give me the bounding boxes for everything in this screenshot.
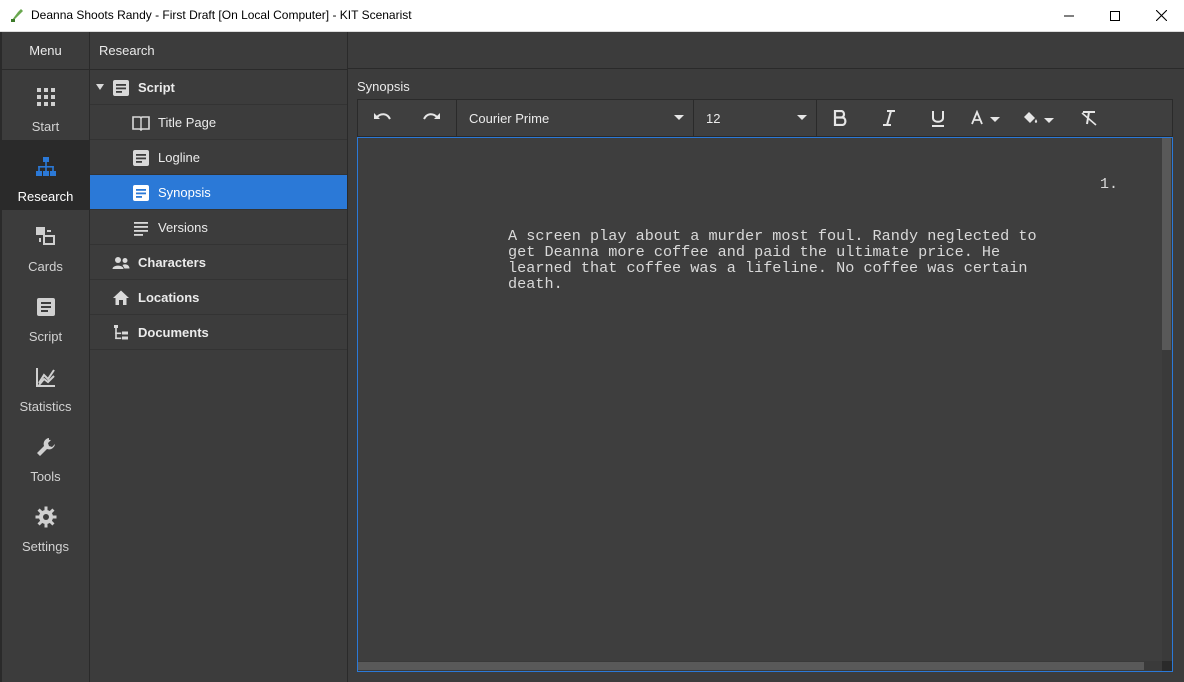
vertical-scrollbar[interactable]: [1162, 138, 1172, 661]
menu-button[interactable]: Menu: [2, 32, 89, 70]
horizontal-scrollbar[interactable]: [358, 661, 1162, 671]
nav-item-cards[interactable]: Cards: [2, 210, 89, 280]
nav-label-research: Research: [17, 189, 74, 204]
bold-button[interactable]: [820, 100, 860, 136]
cards-icon: [35, 227, 55, 245]
section-title: Synopsis: [357, 79, 410, 94]
italic-icon: [883, 110, 895, 126]
home-icon: [113, 290, 129, 305]
app-logo-icon: [11, 9, 23, 22]
redo-icon: [423, 113, 440, 120]
document-icon: [113, 80, 129, 96]
main-content: Synopsis Courier Prime 12 1. A screen pl…: [348, 70, 1184, 682]
background-color-button[interactable]: [1014, 100, 1066, 136]
tree-label-synopsis: Synopsis: [158, 185, 211, 200]
chevron-down-icon: [797, 115, 807, 120]
minimize-icon: [1064, 15, 1074, 16]
underline-icon: [932, 110, 944, 127]
title-bar: Deanna Shoots Randy - First Draft [On Lo…: [0, 0, 1184, 32]
tree-label-locations: Locations: [138, 290, 200, 305]
tree-item-title-page[interactable]: Title Page: [90, 105, 347, 140]
people-icon: [112, 257, 130, 269]
tree-item-script[interactable]: Script: [90, 70, 347, 105]
tree-item-locations[interactable]: Locations: [90, 280, 347, 315]
undo-icon: [374, 113, 391, 120]
hierarchy-icon: [114, 325, 128, 340]
font-size-value: 12: [706, 111, 721, 126]
clear-formatting-icon: [1081, 111, 1097, 126]
book-icon: [132, 116, 150, 132]
text-color-icon: [971, 110, 1000, 125]
paint-bucket-icon: [1024, 112, 1054, 123]
font-family-value: Courier Prime: [469, 111, 550, 126]
maximize-icon: [1110, 10, 1120, 21]
window-title: Deanna Shoots Randy - First Draft [On Lo…: [31, 8, 412, 22]
tree-label-versions: Versions: [158, 220, 208, 235]
nav-item-start[interactable]: Start: [2, 70, 89, 140]
tree-item-characters[interactable]: Characters: [90, 245, 347, 280]
font-size-select[interactable]: 12: [694, 100, 815, 136]
tree-item-logline[interactable]: Logline: [90, 140, 347, 175]
lines-icon: [134, 222, 148, 236]
toolbar-separator: [816, 100, 817, 136]
underline-button[interactable]: [918, 100, 958, 136]
nav-item-research[interactable]: Research: [2, 140, 89, 210]
horizontal-scrollbar-thumb[interactable]: [358, 662, 1144, 670]
vertical-scrollbar-thumb[interactable]: [1162, 138, 1171, 350]
tree-item-versions[interactable]: Versions: [90, 210, 347, 245]
nav-label-settings: Settings: [22, 539, 69, 554]
minimize-button[interactable]: [1046, 0, 1092, 31]
clear-formatting-button[interactable]: [1069, 100, 1109, 136]
scrollbar-corner: [1162, 661, 1172, 671]
close-button[interactable]: [1138, 0, 1184, 31]
chevron-down-icon: [674, 115, 684, 120]
grid-icon: [36, 88, 55, 106]
main-header-strip: [348, 32, 1184, 69]
text-color-button[interactable]: [964, 100, 1012, 136]
document-icon: [36, 298, 55, 316]
tree-label-script: Script: [138, 80, 175, 95]
page-number: 1.: [1099, 176, 1118, 193]
bold-icon: [833, 110, 847, 126]
main-navigation: Menu Start Research Cards Script Statist…: [0, 32, 90, 682]
tree-label-title-page: Title Page: [158, 115, 217, 130]
tree-label-characters: Characters: [138, 255, 206, 270]
formatting-toolbar: Courier Prime 12: [357, 99, 1173, 137]
document-icon: [133, 150, 149, 166]
document-icon: [133, 185, 149, 201]
nav-item-script[interactable]: Script: [2, 280, 89, 350]
nav-label-script: Script: [28, 329, 63, 344]
nav-label-cards: Cards: [28, 259, 63, 274]
tree-item-documents[interactable]: Documents: [90, 315, 347, 350]
gear-icon: [35, 506, 56, 528]
font-family-select[interactable]: Courier Prime: [457, 100, 692, 136]
research-tree-panel: Research Script Title Page Logline Synop…: [90, 32, 348, 682]
synopsis-editor[interactable]: 1. A screen play about a murder most fou…: [357, 137, 1173, 672]
tree-item-synopsis[interactable]: Synopsis: [90, 175, 347, 210]
redo-button[interactable]: [411, 100, 451, 136]
research-panel-title: Research: [90, 32, 347, 70]
synopsis-text[interactable]: A screen play about a murder most foul. …: [508, 228, 1118, 292]
maximize-button[interactable]: [1092, 0, 1138, 31]
tree-label-logline: Logline: [158, 150, 200, 165]
nav-label-statistics: Statistics: [19, 399, 72, 414]
nav-item-settings[interactable]: Settings: [2, 490, 89, 560]
close-icon: [1155, 10, 1167, 21]
nav-label-start: Start: [31, 119, 60, 134]
nav-item-statistics[interactable]: Statistics: [2, 350, 89, 420]
sitemap-icon: [35, 157, 56, 176]
nav-label-tools: Tools: [30, 469, 61, 484]
expand-arrow-icon[interactable]: [96, 84, 104, 90]
chart-icon: [35, 368, 55, 387]
undo-button[interactable]: [363, 100, 403, 136]
nav-item-tools[interactable]: Tools: [2, 420, 89, 490]
wrench-icon: [36, 438, 55, 456]
italic-button[interactable]: [869, 100, 909, 136]
tree-label-documents: Documents: [138, 325, 209, 340]
